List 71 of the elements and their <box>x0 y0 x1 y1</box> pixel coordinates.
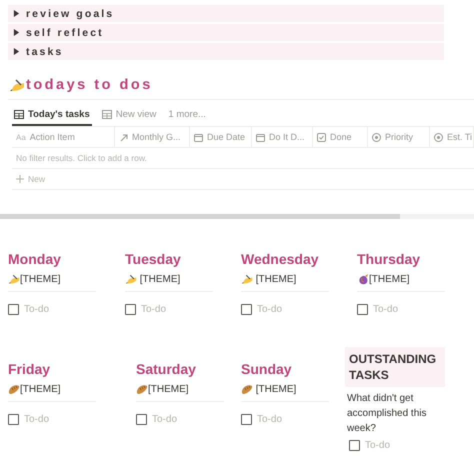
theme-text: [THEME] <box>20 384 61 394</box>
date-icon <box>256 132 265 142</box>
view-tab[interactable]: 1 more... <box>166 104 208 126</box>
day-heading: Saturday <box>136 361 197 379</box>
new-row-button[interactable]: New <box>16 174 46 184</box>
column-header[interactable]: Do It D... <box>269 132 305 142</box>
day-heading: Thursday <box>357 251 422 269</box>
day-heading: Tuesday <box>125 251 182 269</box>
triangle-icon[interactable] <box>13 29 20 36</box>
todo-field[interactable]: To-do <box>24 304 50 315</box>
writing-hand-icon <box>125 273 137 285</box>
section-heading: todays to dos <box>26 77 153 93</box>
day-heading: Sunday <box>241 361 293 379</box>
outstanding-heading: OUTSTANDING TASKS <box>345 347 445 387</box>
table-icon <box>14 110 24 118</box>
day-heading: Monday <box>8 251 62 269</box>
scrollbar-thumb[interactable] <box>0 214 400 219</box>
theme-text: [THEME] <box>138 274 180 284</box>
column-header[interactable]: Monthly G... <box>132 132 181 142</box>
scrollbar-track[interactable] <box>0 214 474 219</box>
checkbox-icon <box>317 132 326 142</box>
bread-icon <box>8 383 20 395</box>
theme-text: [THEME] <box>20 274 61 284</box>
todo-field[interactable]: To-do <box>141 304 166 315</box>
checkbox[interactable] <box>241 414 252 425</box>
bread-icon <box>241 383 253 395</box>
table-icon <box>102 110 112 118</box>
empty-message[interactable]: No filter results. Click to add a row. <box>16 153 147 163</box>
todo-field[interactable]: To-do <box>257 414 282 425</box>
triangle-icon[interactable] <box>13 48 20 55</box>
toggle-block[interactable]: review goals <box>8 5 444 22</box>
select-icon <box>372 132 381 142</box>
column-header[interactable]: Priority <box>385 132 414 142</box>
triangle-icon[interactable] <box>13 10 20 17</box>
question-text: What didn't get accomplished this week? <box>346 392 428 436</box>
view-tab[interactable]: New view <box>100 104 158 126</box>
relation-icon <box>119 132 128 142</box>
writing-hand-icon <box>241 273 253 285</box>
day-heading: Friday <box>8 361 52 379</box>
todo-field[interactable]: To-do <box>257 304 282 315</box>
toggle-block[interactable]: tasks <box>8 43 444 60</box>
select-icon <box>434 132 443 142</box>
checkbox[interactable] <box>241 304 252 315</box>
column-header[interactable]: Action Item <box>30 132 75 142</box>
theme-text: [THEME] <box>369 274 410 284</box>
todo-field[interactable]: To-do <box>24 414 50 425</box>
todo-field[interactable]: To-do <box>152 414 178 425</box>
theme-text: [THEME] <box>148 384 189 394</box>
writing-hand-icon <box>8 273 20 285</box>
checkbox[interactable] <box>8 304 19 315</box>
eggplant-icon <box>357 273 369 285</box>
checkbox[interactable] <box>349 440 360 451</box>
type-label: Aa <box>16 132 26 142</box>
column-header[interactable]: Est. Ti <box>447 132 472 142</box>
checkbox[interactable] <box>357 304 368 315</box>
bread-icon <box>136 383 148 395</box>
view-tab[interactable]: Today's tasks <box>12 104 92 126</box>
column-header[interactable]: Done <box>330 132 352 142</box>
toggle-block[interactable]: self reflect <box>8 24 444 41</box>
todo-field[interactable]: To-do <box>373 304 398 315</box>
plus-icon <box>16 175 24 183</box>
checkbox[interactable] <box>136 414 147 425</box>
checkbox[interactable] <box>8 414 19 425</box>
theme-text: [THEME] <box>254 274 296 284</box>
todo-field[interactable]: To-do <box>365 440 390 451</box>
day-heading: Wednesday <box>241 251 320 269</box>
theme-text: [THEME] <box>254 384 296 394</box>
checkbox[interactable] <box>125 304 136 315</box>
column-header[interactable]: Due Date <box>207 132 246 142</box>
writing-hand-icon <box>9 78 25 92</box>
date-icon <box>194 132 203 142</box>
